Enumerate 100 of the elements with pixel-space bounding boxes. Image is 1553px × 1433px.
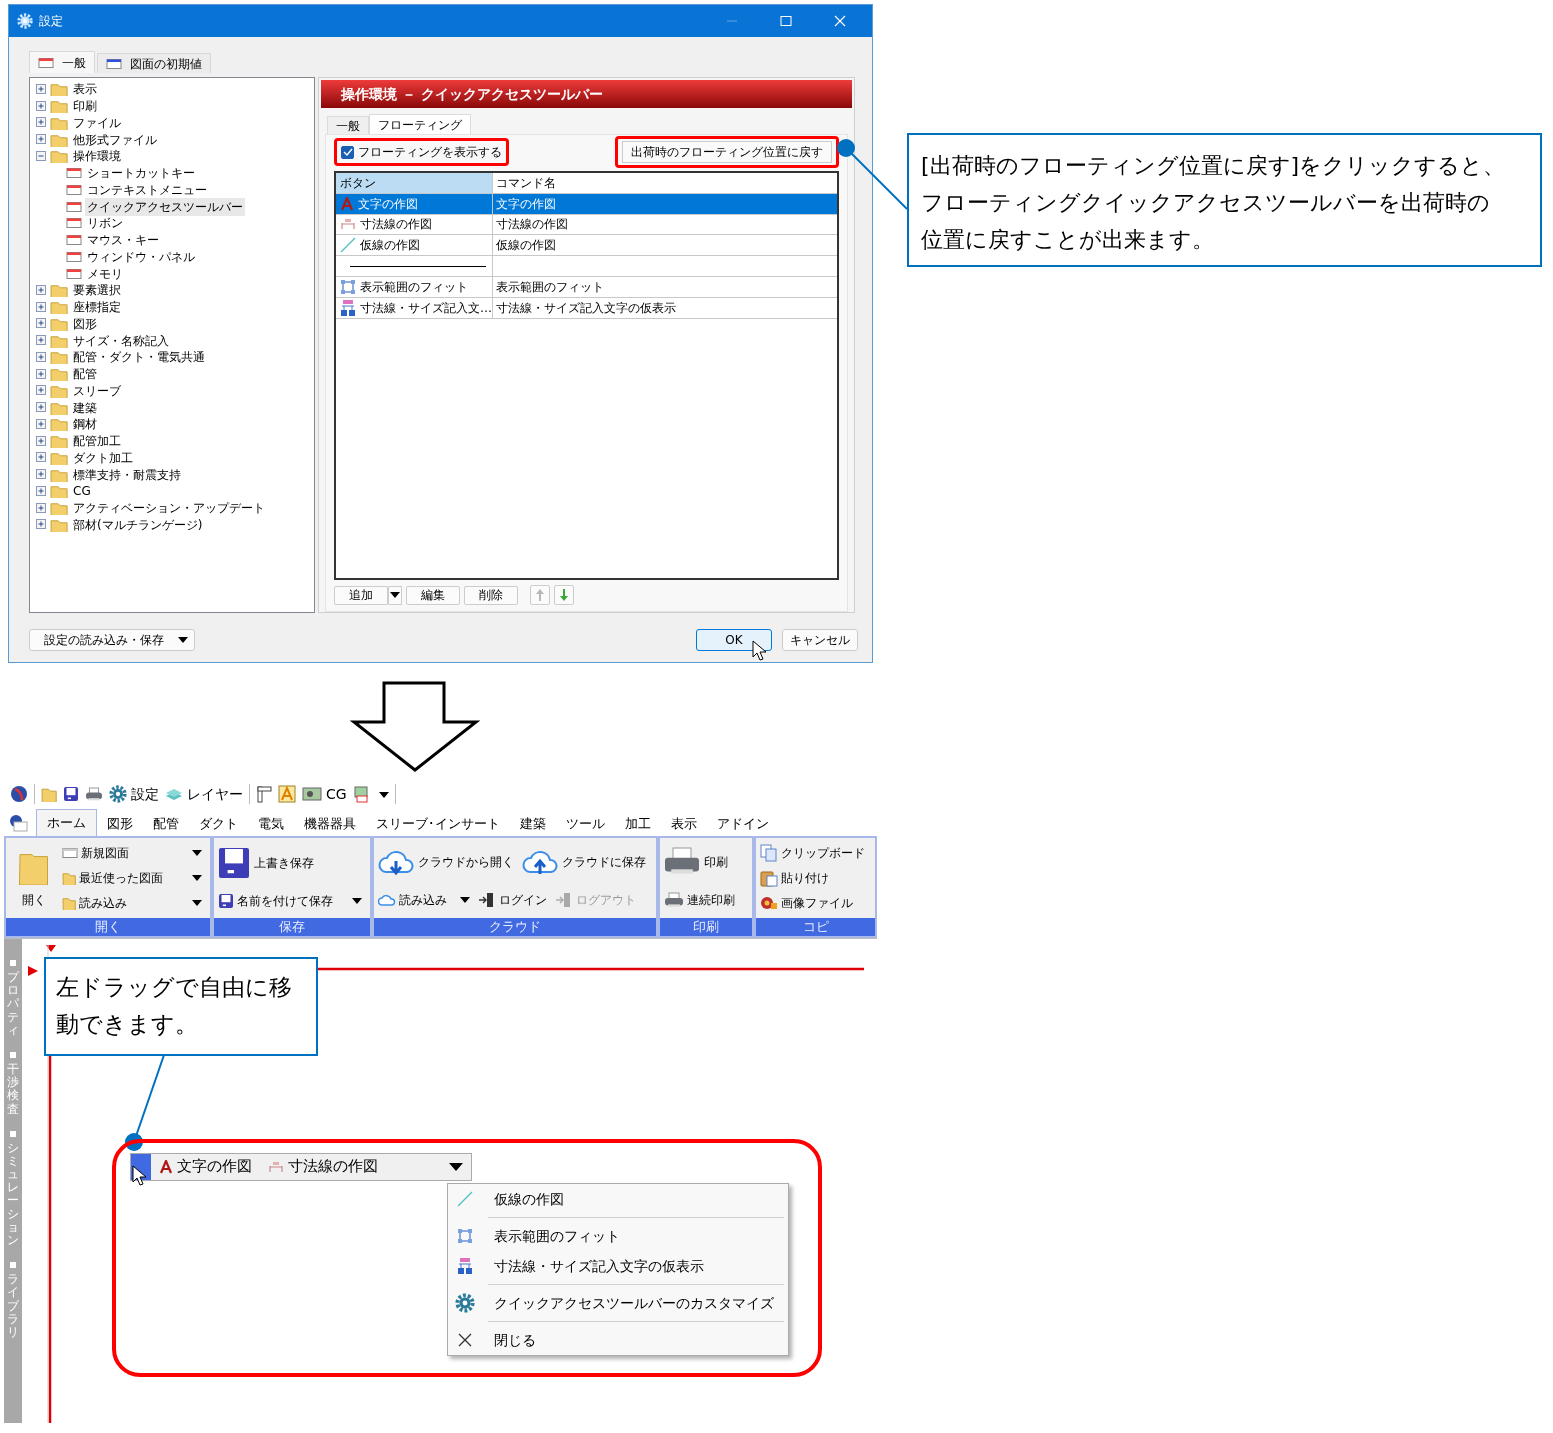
expand-icon[interactable]: [36, 418, 47, 430]
ribbon-tab[interactable]: ホーム: [36, 809, 97, 836]
ribbon-button[interactable]: 新規図面: [62, 843, 206, 862]
cancel-button[interactable]: キャンセル: [782, 629, 858, 651]
tree-item[interactable]: 部材(マルチランゲージ): [71, 515, 205, 534]
tree-item[interactable]: ウィンドウ・パネル: [85, 247, 197, 266]
expand-icon[interactable]: [36, 318, 47, 330]
expand-icon[interactable]: [36, 368, 47, 380]
panel-icon[interactable]: [9, 1129, 17, 1138]
menu-item[interactable]: 仮線の作図: [448, 1184, 788, 1214]
tree-item[interactable]: 配管: [71, 365, 99, 384]
table-row[interactable]: 仮線の作図 仮線の作図: [336, 235, 837, 257]
ribbon-tab[interactable]: 加工: [615, 812, 661, 836]
ribbon-button[interactable]: クラウドから開く: [378, 847, 514, 876]
tree-item[interactable]: 印刷: [71, 97, 99, 116]
expand-icon[interactable]: [36, 385, 47, 397]
tree-item[interactable]: 要素選択: [71, 281, 123, 300]
ribbon-button[interactable]: 貼り付け: [760, 869, 829, 887]
tab[interactable]: 一般: [327, 116, 369, 134]
ribbon-tab[interactable]: 建築: [510, 812, 556, 836]
tree-item[interactable]: ダクト加工: [71, 448, 135, 467]
table-row[interactable]: 寸法線の作図 寸法線の作図: [336, 214, 837, 236]
ribbon-button[interactable]: 読み込み: [62, 894, 206, 913]
ribbon-button[interactable]: 読み込み: [378, 890, 470, 909]
move-down-button[interactable]: [554, 585, 574, 605]
column-header[interactable]: ボタン: [336, 173, 493, 193]
ribbon-tab[interactable]: 機器器具: [294, 812, 366, 836]
ribbon-tab[interactable]: 電気: [248, 812, 294, 836]
expand-icon[interactable]: [36, 502, 47, 514]
expand-icon[interactable]: [36, 83, 47, 95]
expand-icon[interactable]: [36, 485, 47, 497]
ribbon-button[interactable]: 印刷: [664, 847, 728, 877]
menu-item[interactable]: クイックアクセスツールバーのカスタマイズ: [448, 1288, 788, 1318]
table-row[interactable]: 文字の作図 文字の作図: [336, 193, 837, 215]
tree-item[interactable]: 配管加工: [71, 432, 123, 451]
ribbon-tab[interactable]: 図形: [97, 812, 143, 836]
ribbon-tab[interactable]: アドイン: [707, 812, 779, 836]
tree-item[interactable]: スリーブ: [71, 381, 123, 400]
toolbar-button[interactable]: レイヤー: [165, 783, 243, 805]
reset-position-button[interactable]: 出荷時のフローティング位置に戻す: [622, 141, 832, 163]
tree-item[interactable]: クイックアクセスツールバー: [85, 197, 245, 216]
tree-item[interactable]: 操作環境: [71, 147, 123, 166]
tree-item[interactable]: メモリ: [85, 264, 125, 283]
expand-icon[interactable]: [36, 435, 47, 447]
tree-item[interactable]: リボン: [85, 214, 125, 233]
expand-icon[interactable]: [36, 284, 47, 296]
expand-icon[interactable]: [36, 335, 47, 347]
tree-item[interactable]: 配管・ダクト・電気共通: [71, 348, 207, 367]
ribbon-tab[interactable]: ツール: [556, 812, 615, 836]
tree-item[interactable]: 座標指定: [71, 298, 123, 317]
maximize-icon[interactable]: [779, 15, 793, 27]
ribbon-button[interactable]: 最近使った図面: [62, 869, 206, 887]
edit-button[interactable]: 編集: [406, 585, 460, 605]
toolbar-button[interactable]: CG: [302, 783, 347, 805]
ribbon-button[interactable]: 名前を付けて保存: [218, 891, 366, 910]
expand-icon[interactable]: [36, 469, 47, 481]
expand-icon[interactable]: [36, 519, 47, 531]
column-header[interactable]: コマンド名: [493, 173, 837, 193]
toolbar-dropdown[interactable]: [449, 1163, 463, 1171]
ribbon-button[interactable]: クラウドに保存: [522, 847, 646, 876]
tab[interactable]: フローティング: [369, 114, 471, 134]
dropdown-button[interactable]: [388, 585, 402, 605]
toolbar-button[interactable]: 設定: [109, 783, 159, 805]
ribbon-tab[interactable]: 表示: [661, 812, 707, 836]
tree-item[interactable]: 鋼材: [71, 415, 99, 434]
tree-item[interactable]: サイズ・名称記入: [71, 331, 171, 350]
tree-item[interactable]: CG: [71, 482, 93, 501]
tree-item[interactable]: ショートカットキー: [85, 164, 197, 183]
ribbon-button[interactable]: クリップボード: [760, 843, 865, 862]
expand-icon[interactable]: [36, 402, 47, 414]
table-row[interactable]: 寸法線・サイズ記入文… 寸法線・サイズ記入文字の仮表示: [336, 297, 837, 319]
ribbon-button[interactable]: 連続印刷: [664, 890, 735, 909]
tree-item[interactable]: 表示: [71, 80, 99, 99]
table-row[interactable]: 表示範囲のフィット 表示範囲のフィット: [336, 277, 837, 298]
ok-button[interactable]: OK: [696, 629, 772, 651]
tree-item[interactable]: マウス・キー: [85, 231, 161, 250]
tab[interactable]: 図面の初期値: [97, 53, 211, 73]
close-icon[interactable]: [833, 15, 847, 27]
ribbon-tab[interactable]: ダクト: [189, 812, 248, 836]
expand-icon[interactable]: [36, 351, 47, 363]
toolbar-button[interactable]: 寸法線の作図: [268, 1156, 378, 1178]
delete-button[interactable]: 削除: [464, 585, 518, 605]
menu-item[interactable]: 閉じる: [448, 1325, 788, 1355]
tree-item[interactable]: ファイル: [71, 113, 123, 132]
menu-item[interactable]: 表示範囲のフィット: [448, 1221, 788, 1251]
expand-icon[interactable]: [36, 452, 47, 464]
add-button[interactable]: 追加: [334, 585, 388, 605]
panel-icon[interactable]: [9, 1050, 17, 1059]
ribbon-button[interactable]: ログイン: [478, 890, 547, 909]
ribbon-button[interactable]: 画像ファイル: [760, 894, 853, 913]
expand-icon[interactable]: [36, 117, 47, 129]
collapse-icon[interactable]: [36, 150, 47, 162]
app-menu-icon[interactable]: [8, 813, 28, 833]
expand-icon[interactable]: [36, 100, 47, 112]
ribbon-tab[interactable]: 配管: [143, 812, 189, 836]
tree-item[interactable]: 図形: [71, 314, 99, 333]
tree-item[interactable]: 建築: [71, 398, 99, 417]
ribbon-tab[interactable]: スリーブ･インサート: [366, 812, 510, 836]
panel-icon[interactable]: [9, 1261, 17, 1270]
tree-item[interactable]: 他形式ファイル: [71, 130, 159, 149]
